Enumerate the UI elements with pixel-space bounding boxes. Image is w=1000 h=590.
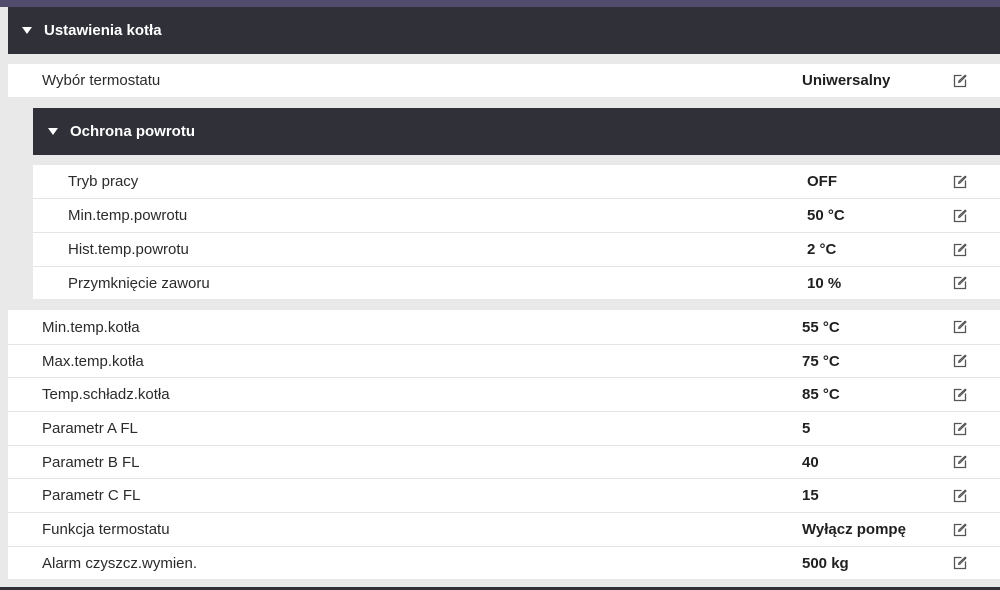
setting-value: 500 kg: [802, 554, 849, 572]
edit-icon[interactable]: [953, 455, 967, 469]
section-header-boiler-settings[interactable]: Ustawienia kotła: [8, 7, 1000, 54]
setting-value: 5: [802, 420, 811, 437]
edit-icon[interactable]: [953, 209, 967, 223]
edit-icon[interactable]: [953, 354, 967, 368]
setting-row[interactable]: Parametr C FL 15: [8, 478, 1000, 512]
boiler-settings-panel: Min.temp.kotła 55 °C Max.temp.kotła 75 °…: [8, 310, 1000, 579]
edit-icon[interactable]: [953, 556, 967, 570]
edit-icon[interactable]: [953, 320, 967, 334]
setting-row[interactable]: Parametr A FL 5: [8, 411, 1000, 445]
setting-row[interactable]: Temp.schładz.kotła 85 °C: [8, 377, 1000, 411]
setting-label: Min.temp.kotła: [42, 318, 140, 336]
subsection-header-return-protection[interactable]: Ochrona powrotu: [33, 108, 1000, 155]
setting-label: Max.temp.kotła: [42, 352, 144, 370]
setting-row[interactable]: Alarm czyszcz.wymien. 500 kg: [8, 546, 1000, 579]
setting-value: 10 %: [807, 274, 842, 292]
setting-label: Wybór termostatu: [42, 72, 161, 89]
setting-value: 85 °C: [802, 386, 840, 403]
setting-label: Parametr B FL: [42, 453, 140, 471]
setting-row[interactable]: Przymknięcie zaworu 10 %: [33, 266, 1000, 299]
setting-row[interactable]: Parametr B FL 40: [8, 445, 1000, 478]
setting-value: 75 °C: [802, 352, 840, 370]
setting-label: Min.temp.powrotu: [68, 207, 188, 224]
subsection-title: Ochrona powrotu: [70, 123, 195, 140]
setting-value: Wyłącz pompę: [802, 521, 906, 538]
setting-label: Temp.schładz.kotła: [42, 386, 170, 403]
top-accent-strip: [0, 0, 1000, 7]
setting-label: Parametr C FL: [42, 487, 141, 504]
edit-icon[interactable]: [953, 74, 967, 88]
section-title: Ustawienia kotła: [44, 22, 162, 39]
setting-row[interactable]: Hist.temp.powrotu 2 °C: [33, 232, 1000, 266]
edit-icon[interactable]: [953, 243, 967, 257]
setting-value: Uniwersalny: [802, 72, 891, 89]
setting-value: 55 °C: [802, 318, 840, 336]
edit-icon[interactable]: [953, 175, 967, 189]
edit-icon[interactable]: [953, 388, 967, 402]
setting-row[interactable]: Min.temp.powrotu 50 °C: [33, 198, 1000, 232]
setting-label: Przymknięcie zaworu: [68, 274, 210, 292]
setting-value: OFF: [807, 173, 837, 190]
triangle-down-icon: [48, 128, 58, 135]
return-protection-panel: Tryb pracy OFF Min.temp.powrotu 50 °C Hi…: [33, 165, 1000, 299]
setting-label: Parametr A FL: [42, 420, 138, 437]
setting-row[interactable]: Wybór termostatu Uniwersalny: [8, 64, 1000, 97]
setting-label: Tryb pracy: [68, 173, 139, 190]
setting-row[interactable]: Funkcja termostatu Wyłącz pompę: [8, 512, 1000, 546]
setting-label: Hist.temp.powrotu: [68, 241, 189, 258]
edit-icon[interactable]: [953, 422, 967, 436]
setting-value: 15: [802, 487, 819, 504]
setting-value: 50 °C: [807, 207, 845, 224]
setting-value: 40: [802, 453, 819, 471]
setting-row[interactable]: Max.temp.kotła 75 °C: [8, 344, 1000, 377]
edit-icon[interactable]: [953, 276, 967, 290]
setting-row[interactable]: Tryb pracy OFF: [33, 165, 1000, 198]
thermostat-panel: Wybór termostatu Uniwersalny: [8, 64, 1000, 97]
setting-row[interactable]: Min.temp.kotła 55 °C: [8, 310, 1000, 344]
setting-label: Funkcja termostatu: [42, 521, 170, 538]
setting-label: Alarm czyszcz.wymien.: [42, 554, 198, 572]
setting-value: 2 °C: [807, 241, 837, 258]
edit-icon[interactable]: [953, 489, 967, 503]
triangle-down-icon: [22, 27, 32, 34]
edit-icon[interactable]: [953, 523, 967, 537]
